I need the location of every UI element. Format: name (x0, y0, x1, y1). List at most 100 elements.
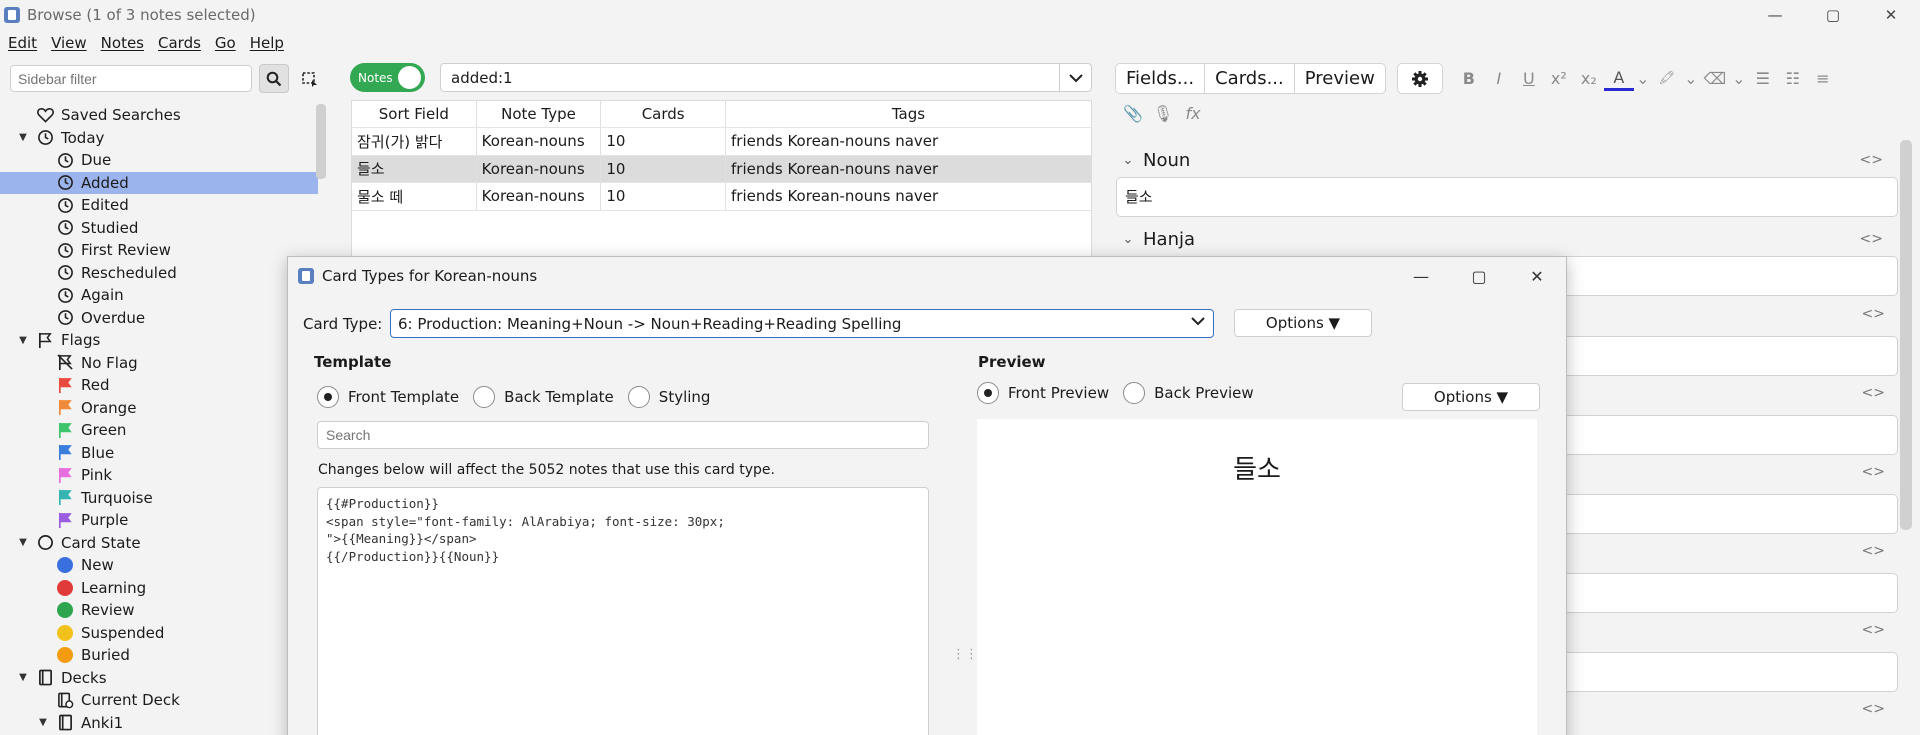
underline-icon[interactable]: U (1514, 63, 1544, 94)
html-editor-toggle-icon[interactable]: <> (1862, 464, 1885, 480)
sidebar-item-overdue[interactable]: Overdue (0, 307, 318, 330)
sidebar-search-button[interactable] (259, 64, 289, 93)
sidebar-item-rescheduled[interactable]: Rescheduled (0, 262, 318, 285)
unordered-list-icon[interactable]: ☰ (1748, 63, 1778, 94)
caret-down-icon[interactable]: ▼ (37, 717, 49, 728)
sidebar-item-red[interactable]: Red (0, 374, 318, 397)
table-row[interactable]: 잠귀(가) 밝다 Korean-nouns 10 friends Korean-… (352, 128, 1091, 156)
table-row[interactable]: 물소 떼 Korean-nouns 10 friends Korean-noun… (352, 183, 1091, 211)
sidebar-item-due[interactable]: Due (0, 149, 318, 172)
sidebar-item-flags[interactable]: ▼ Flags (0, 329, 318, 352)
bold-icon[interactable]: B (1454, 63, 1484, 94)
sidebar-item-blue[interactable]: Blue (0, 442, 318, 465)
sidebar-item-again[interactable]: Again (0, 284, 318, 307)
italic-icon[interactable]: I (1484, 63, 1514, 94)
sidebar-item-current-deck[interactable]: Current Deck (0, 689, 318, 712)
menu-cards[interactable]: Cards (158, 34, 201, 52)
sidebar-item-edited[interactable]: Edited (0, 194, 318, 217)
field-input-noun[interactable]: 들소 (1116, 177, 1898, 217)
notes-cards-toggle[interactable]: Notes (350, 63, 425, 92)
splitter-handle-icon[interactable]: ⋮⋮ (952, 647, 978, 662)
menu-view[interactable]: View (51, 34, 87, 52)
column-header-sort-field[interactable]: Sort Field (352, 101, 477, 127)
sidebar-item-suspended[interactable]: Suspended (0, 622, 318, 645)
dialog-close-button[interactable]: ✕ (1508, 257, 1566, 295)
html-editor-toggle-icon[interactable]: <> (1860, 231, 1883, 247)
ordered-list-icon[interactable]: ☷ (1778, 63, 1808, 94)
search-history-dropdown[interactable] (1059, 64, 1091, 91)
cards-button[interactable]: Cards... (1204, 63, 1295, 94)
subscript-icon[interactable]: x₂ (1574, 63, 1604, 94)
back-preview-radio[interactable]: Back Preview (1123, 382, 1254, 404)
sidebar-item-today[interactable]: ▼ Today (0, 127, 318, 150)
editor-scrollbar[interactable] (1900, 140, 1912, 530)
minimize-button[interactable]: — (1746, 0, 1804, 30)
sidebar-scrollbar[interactable] (316, 104, 326, 179)
preview-button[interactable]: Preview (1293, 63, 1386, 94)
preview-options-button[interactable]: Options ▼ (1402, 383, 1540, 411)
dialog-minimize-button[interactable]: — (1392, 257, 1450, 295)
sidebar-item-turquoise[interactable]: Turquoise (0, 487, 318, 510)
card-type-options-button[interactable]: Options ▼ (1234, 309, 1372, 337)
caret-down-icon[interactable]: ▼ (17, 537, 29, 548)
sidebar-item-green[interactable]: Green (0, 419, 318, 442)
caret-down-icon[interactable]: ▼ (17, 672, 29, 683)
sidebar-item-purple[interactable]: Purple (0, 509, 318, 532)
sidebar-item-studied[interactable]: Studied (0, 217, 318, 240)
sidebar-item-first-review[interactable]: First Review (0, 239, 318, 262)
highlight-dropdown-icon[interactable]: ⌄ (1682, 63, 1700, 94)
sidebar-item-card-state[interactable]: ▼ Card State (0, 532, 318, 555)
html-editor-toggle-icon[interactable]: <> (1860, 152, 1883, 168)
superscript-icon[interactable]: x² (1544, 63, 1574, 94)
text-color-dropdown-icon[interactable]: ⌄ (1634, 63, 1652, 94)
maximize-button[interactable]: ▢ (1804, 0, 1862, 30)
sidebar-select-button[interactable] (295, 64, 325, 93)
column-header-tags[interactable]: Tags (726, 101, 1091, 127)
field-label-noun[interactable]: ⌄ Noun <> (1113, 145, 1893, 175)
fields-button[interactable]: Fields... (1115, 63, 1206, 94)
sidebar-item-pink[interactable]: Pink (0, 464, 318, 487)
field-label-hanja[interactable]: ⌄ Hanja <> (1113, 224, 1893, 254)
sidebar-item-learning[interactable]: Learning (0, 577, 318, 600)
styling-radio[interactable]: Styling (627, 386, 710, 408)
column-header-note-type[interactable]: Note Type (477, 101, 602, 127)
back-template-radio[interactable]: Back Template (473, 386, 614, 408)
sidebar-item-no-flag[interactable]: No Flag (0, 352, 318, 375)
eraser-icon[interactable]: ⌫ (1700, 63, 1730, 94)
search-input[interactable]: added:1 (440, 63, 1092, 92)
menu-notes[interactable]: Notes (101, 34, 144, 52)
eraser-dropdown-icon[interactable]: ⌄ (1730, 63, 1748, 94)
microphone-icon[interactable]: 🎙 (1148, 98, 1178, 128)
editor-settings-button[interactable] (1396, 63, 1443, 94)
front-template-radio[interactable]: Front Template (317, 386, 459, 408)
sidebar-item-decks[interactable]: ▼ Decks (0, 667, 318, 690)
close-button[interactable]: ✕ (1862, 0, 1920, 30)
sidebar-item-anki1[interactable]: ▼ Anki1 (0, 712, 318, 735)
table-row-selected[interactable]: 들소 Korean-nouns 10 friends Korean-nouns … (352, 155, 1091, 183)
caret-down-icon[interactable]: ▼ (17, 132, 29, 143)
html-editor-toggle-icon[interactable]: <> (1862, 306, 1885, 322)
template-search-input[interactable] (317, 421, 929, 449)
sidebar-item-added[interactable]: Added (0, 171, 318, 194)
menu-help[interactable]: Help (250, 34, 284, 52)
menu-edit[interactable]: Edit (8, 34, 37, 52)
text-color-icon[interactable]: A (1603, 67, 1634, 91)
template-code-editor[interactable]: {{#Production}} <span style="font-family… (317, 487, 929, 735)
dialog-maximize-button[interactable]: ▢ (1450, 257, 1508, 295)
sidebar-item-review[interactable]: Review (0, 599, 318, 622)
align-icon[interactable]: ≡ (1808, 63, 1838, 94)
attach-icon[interactable]: 📎 (1118, 98, 1148, 128)
function-icon[interactable]: fx (1178, 98, 1208, 128)
sidebar-item-new[interactable]: New (0, 554, 318, 577)
html-editor-toggle-icon[interactable]: <> (1862, 622, 1885, 638)
sidebar-filter-input[interactable] (10, 65, 252, 92)
card-type-select[interactable]: 6: Production: Meaning+Noun -> Noun+Read… (390, 309, 1214, 338)
sidebar-item-orange[interactable]: Orange (0, 397, 318, 420)
menu-go[interactable]: Go (215, 34, 236, 52)
sidebar-item-buried[interactable]: Buried (0, 644, 318, 667)
html-editor-toggle-icon[interactable]: <> (1862, 385, 1885, 401)
highlight-color-icon[interactable]: 🖍 (1652, 63, 1682, 94)
caret-down-icon[interactable]: ▼ (17, 335, 29, 346)
html-editor-toggle-icon[interactable]: <> (1862, 701, 1885, 717)
html-editor-toggle-icon[interactable]: <> (1862, 543, 1885, 559)
